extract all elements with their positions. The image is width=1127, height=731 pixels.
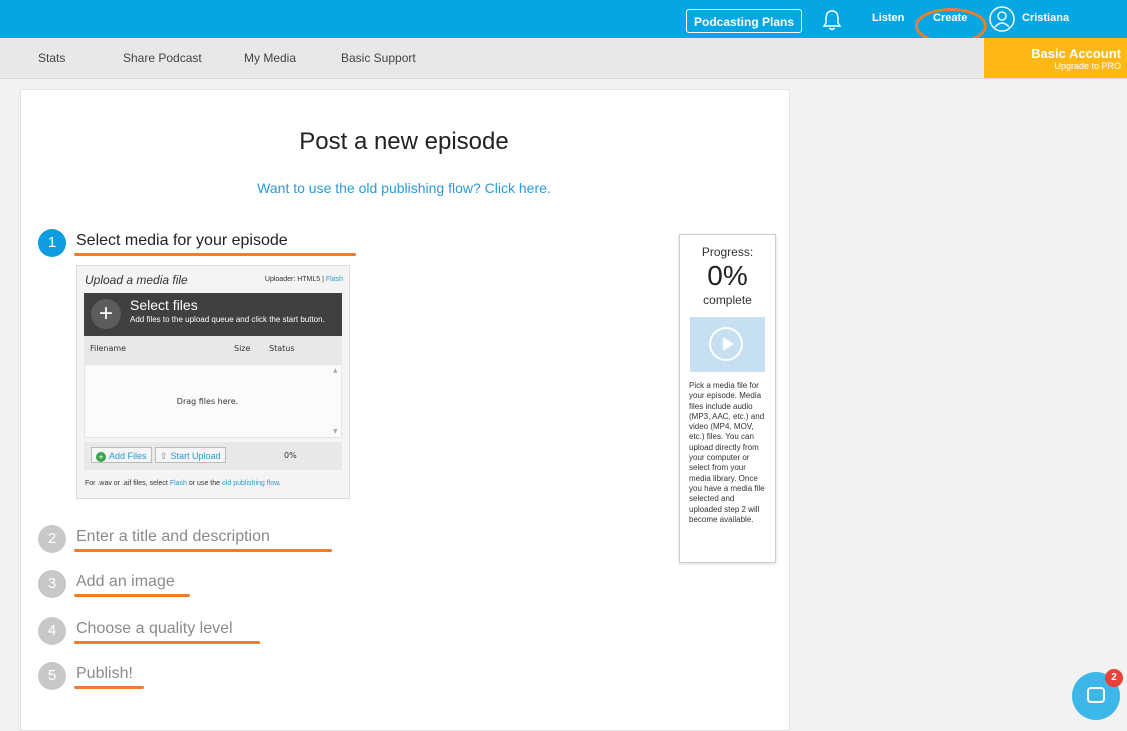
note-old-flow-link[interactable]: old publishing flow xyxy=(222,480,279,487)
page-title: Post a new episode xyxy=(299,128,509,155)
uploader-type-label: Uploader: HTML5 | xyxy=(264,276,324,283)
progress-label: Progress: xyxy=(701,245,754,259)
step-label: Publish! xyxy=(76,665,133,682)
chat-notification-badge: 2 xyxy=(1105,669,1123,687)
uploader-footer: + Add Files ⇧ Start Upload 0% xyxy=(84,442,342,470)
bell-icon[interactable] xyxy=(821,8,843,32)
media-uploader: Upload a media file Uploader: HTML5 | Fl… xyxy=(76,265,350,499)
step-number: 3 xyxy=(38,570,66,598)
step-number: 1 xyxy=(38,229,66,257)
file-table-header: Filename Size Status xyxy=(84,336,342,364)
upload-percent: 0% xyxy=(284,451,297,460)
column-status: Status xyxy=(269,344,295,353)
upgrade-link[interactable]: Upgrade to PRO xyxy=(984,61,1121,71)
progress-panel: Progress: 0% complete Pick a media file … xyxy=(679,234,776,563)
note-text-b: or use the xyxy=(186,480,222,487)
add-files-label: Add Files xyxy=(109,451,147,461)
user-icon[interactable] xyxy=(989,6,1015,32)
media-preview xyxy=(690,317,765,372)
select-files-button[interactable]: + Select files Add files to the upload q… xyxy=(84,293,342,336)
podcasting-plans-button[interactable]: Podcasting Plans xyxy=(686,9,802,33)
nav-stats[interactable]: Stats xyxy=(38,51,65,65)
column-filename: Filename xyxy=(90,344,127,353)
scroll-down-icon[interactable]: ▼ xyxy=(333,428,338,435)
select-files-title: Select files xyxy=(130,297,198,313)
progress-value: 0% xyxy=(707,260,748,291)
start-upload-button[interactable]: ⇧ Start Upload xyxy=(155,447,226,463)
nav-my-media[interactable]: My Media xyxy=(244,51,296,65)
step-underline xyxy=(74,594,190,597)
uploader-type: Uploader: HTML5 | Flash xyxy=(265,276,343,283)
drop-zone[interactable]: Drag files here. ▲ ▼ xyxy=(84,364,342,438)
step-number: 5 xyxy=(38,662,66,690)
step-label: Enter a title and description xyxy=(76,528,270,545)
basic-account-banner[interactable]: Basic Account Upgrade to PRO xyxy=(984,38,1127,78)
nav-share-podcast[interactable]: Share Podcast xyxy=(123,51,202,65)
step-number: 2 xyxy=(38,525,66,553)
progress-complete-label: complete xyxy=(703,293,752,307)
drop-zone-scrollbar[interactable]: ▲ ▼ xyxy=(332,367,340,435)
old-publishing-flow-link[interactable]: Want to use the old publishing flow? Cli… xyxy=(0,180,808,196)
step-label: Select media for your episode xyxy=(76,232,288,249)
username[interactable]: Cristiana xyxy=(1022,12,1069,24)
flash-uploader-link[interactable]: Flash xyxy=(326,276,343,283)
drag-files-text: Drag files here. xyxy=(176,397,239,406)
progress-help-text: Pick a media file for your episode. Medi… xyxy=(689,381,765,524)
play-icon xyxy=(709,327,743,361)
step-label: Add an image xyxy=(76,573,175,590)
column-size: Size xyxy=(234,344,251,353)
plus-icon: + xyxy=(91,299,121,329)
upload-arrow-icon: ⇧ xyxy=(160,451,168,461)
scroll-up-icon[interactable]: ▲ xyxy=(333,367,338,374)
step-underline xyxy=(74,549,332,552)
chat-icon xyxy=(1087,687,1105,703)
sub-navigation: Stats Share Podcast My Media Basic Suppo… xyxy=(0,38,1127,79)
uploader-note: For .wav or .aif files, select Flash or … xyxy=(85,480,281,487)
start-upload-label: Start Upload xyxy=(170,451,221,461)
step-underline xyxy=(74,686,144,689)
add-files-button[interactable]: + Add Files xyxy=(91,447,152,463)
step-label: Choose a quality level xyxy=(76,620,233,637)
step-number: 4 xyxy=(38,617,66,645)
select-files-subtitle: Add files to the upload queue and click … xyxy=(130,315,325,324)
step-underline xyxy=(74,253,356,256)
listen-link[interactable]: Listen xyxy=(872,12,904,24)
step-underline xyxy=(74,641,260,644)
note-text-c: . xyxy=(278,480,281,487)
uploader-title: Upload a media file xyxy=(85,273,188,287)
account-title: Basic Account xyxy=(1031,46,1121,61)
plus-circle-icon: + xyxy=(96,452,106,462)
note-flash-link[interactable]: Flash xyxy=(170,480,187,487)
nav-basic-support[interactable]: Basic Support xyxy=(341,51,416,65)
note-text-a: For .wav or .aif files, select xyxy=(85,480,170,487)
